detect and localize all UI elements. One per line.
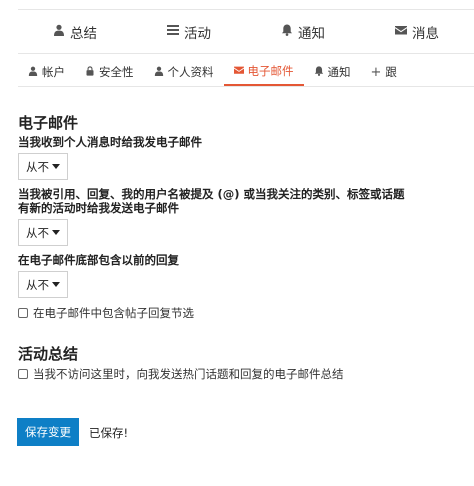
subtab-account-label: 帐户 [42,65,65,79]
subtab-security-label: 安全性 [99,65,134,79]
tab-summary[interactable]: 总结 [18,11,132,53]
tab-activity-label: 活动 [184,26,211,42]
subtab-email[interactable]: 电子邮件 [223,58,304,86]
lock-icon [85,65,95,79]
subtab-tracking[interactable]: + 跟 [361,58,407,86]
preferences-nav: 帐户 安全性 个人资料 电子邮件 通知 + 跟 [18,58,474,87]
tab-activity[interactable]: 活动 [132,11,246,53]
quote-email-label: 当我被引用、回复、我的用户名被提及 (@) 或当我关注的类别、标签或话题 有新的… [18,187,405,215]
user-icon [53,24,65,40]
include-context-checkbox-row[interactable]: 在电子邮件中包含帖子回复节选 [18,305,194,321]
include-context-label: 在电子邮件中包含帖子回复节选 [33,306,194,320]
tab-notifications[interactable]: 通知 [246,11,360,53]
pm-email-label: 当我收到个人消息时给我发电子邮件 [18,135,202,149]
subtab-tracking-label: 跟 [385,65,397,79]
digest-checkbox-row[interactable]: 当我不访问这里时，向我发送热门话题和回复的电子邮件总结 [18,366,344,382]
user-icon [154,65,164,79]
list-icon [167,24,179,40]
quote-email-label-line2: 有新的活动时给我发送电子邮件 [18,201,179,215]
quote-email-label-line1: 当我被引用、回复、我的用户名被提及 (@) 或当我关注的类别、标签或话题 [18,187,405,201]
previous-replies-value: 从不 [26,277,49,292]
main-nav: 总结 活动 通知 消息 [18,11,474,54]
bell-icon [314,65,324,79]
subtab-account[interactable]: 帐户 [18,58,75,86]
quote-email-select[interactable]: 从不 [18,219,68,246]
saved-status: 已保存! [89,426,129,440]
pm-email-select[interactable]: 从不 [18,153,68,180]
caret-down-icon [52,282,60,287]
subtab-email-label: 电子邮件 [247,64,294,78]
include-context-checkbox[interactable] [18,308,28,318]
subtab-profile[interactable]: 个人资料 [144,58,224,86]
tab-messages[interactable]: 消息 [360,11,474,53]
previous-replies-select[interactable]: 从不 [18,271,68,298]
plus-icon: + [370,64,382,80]
email-section-title: 电子邮件 [18,114,79,132]
envelope-icon [233,64,244,78]
digest-checkbox[interactable] [18,369,28,379]
previous-replies-label: 在电子邮件底部包含以前的回复 [18,253,179,267]
envelope-icon [395,24,407,40]
bell-icon [281,24,293,40]
pm-email-value: 从不 [26,159,49,174]
save-changes-button[interactable]: 保存变更 [17,418,79,446]
tab-summary-label: 总结 [70,26,97,42]
tab-notifications-label: 通知 [298,26,325,42]
caret-down-icon [52,230,60,235]
subtab-notifications[interactable]: 通知 [304,58,361,86]
quote-email-value: 从不 [26,225,49,240]
subtab-security[interactable]: 安全性 [75,58,144,86]
top-divider [18,0,474,10]
digest-section-title: 活动总结 [18,345,79,363]
tab-messages-label: 消息 [412,26,439,42]
user-icon [28,65,38,79]
caret-down-icon [52,164,60,169]
digest-label: 当我不访问这里时，向我发送热门话题和回复的电子邮件总结 [33,367,344,381]
subtab-profile-label: 个人资料 [167,65,214,79]
subtab-notifications-label: 通知 [327,65,351,79]
